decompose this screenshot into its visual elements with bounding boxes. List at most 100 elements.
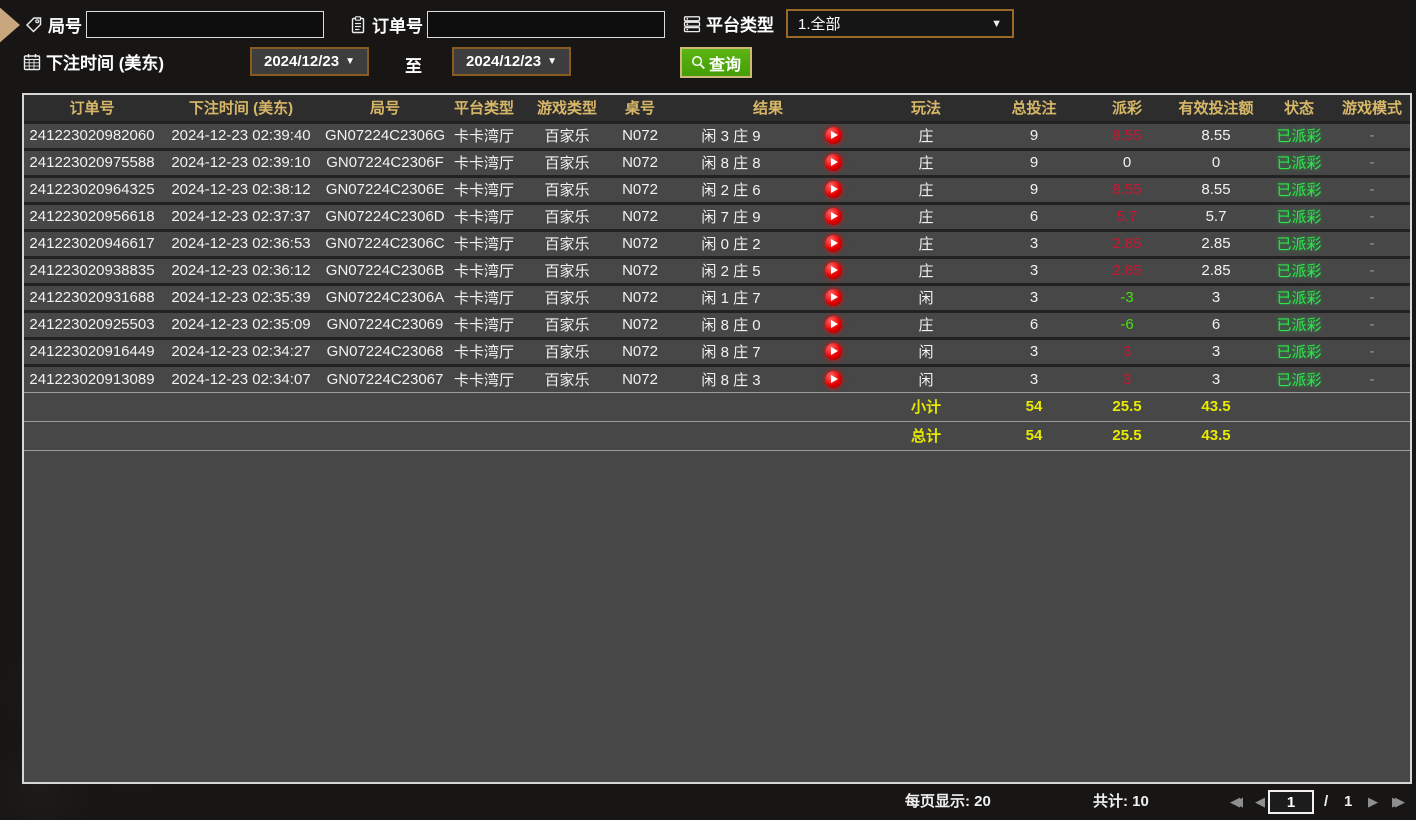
search-icon: [691, 55, 706, 70]
date-to-select[interactable]: 2024/12/23 ▼: [452, 47, 571, 76]
page-number-input[interactable]: [1268, 790, 1314, 814]
cell-bet-time: 2024-12-23 02:39:40: [160, 120, 322, 149]
subtotal-label: 小计: [870, 391, 983, 421]
cell-order-number: 241223020964325: [24, 174, 160, 203]
cell-game-mode: -: [1334, 336, 1410, 365]
cell-total-bet: 3: [982, 282, 1087, 311]
play-icon[interactable]: [824, 127, 842, 145]
footer-bar: 每页显示: 20 共计: 10 ◀◀ ◀ / 1 ▶ ▶▶: [0, 789, 1416, 817]
cell-total-bet: 3: [982, 228, 1087, 257]
cell-game-type: 百家乐: [520, 228, 614, 257]
play-icon[interactable]: [824, 154, 842, 172]
cell-table-number: N072: [614, 201, 666, 230]
cell-round-number: GN07224C2306D: [322, 201, 448, 230]
column-header-4: 平台类型: [448, 95, 520, 122]
total-payout: 25.5: [1086, 420, 1169, 450]
column-header-3: 局号: [322, 95, 448, 122]
query-button-label: 查询: [708, 56, 741, 74]
cell-total-bet: 3: [982, 336, 1087, 365]
cell-platform: 卡卡湾厅: [448, 363, 520, 392]
calendar-icon: [22, 52, 42, 72]
cell-bet-time: 2024-12-23 02:38:12: [160, 174, 322, 203]
table-row: 241223020931688 2024-12-23 02:35:39 GN0722…: [24, 282, 1410, 311]
platform-selected-value: 1.全部: [798, 16, 841, 33]
cell-payout: 3: [1086, 363, 1169, 392]
cell-game-type: 百家乐: [520, 309, 614, 338]
cell-result: 闲 0 庄 2: [666, 228, 796, 257]
cell-replay: [796, 336, 871, 365]
total-spacer: [24, 420, 871, 450]
column-header-7: 结果: [666, 95, 871, 122]
prev-page-button[interactable]: ◀: [1255, 789, 1265, 815]
column-header-2: 下注时间 (美东): [160, 95, 322, 122]
cell-payout: -3: [1086, 282, 1169, 311]
round-input[interactable]: [86, 11, 324, 38]
column-header-11: 有效投注额: [1168, 95, 1265, 122]
cell-round-number: GN07224C2306A: [322, 282, 448, 311]
cell-game-type: 百家乐: [520, 363, 614, 392]
cell-table-number: N072: [614, 282, 666, 311]
cell-order-number: 241223020925503: [24, 309, 160, 338]
cell-replay: [796, 363, 871, 392]
round-filter: 局号: [24, 11, 324, 38]
cell-play-type: 闲: [870, 336, 983, 365]
cell-status: 已派彩: [1264, 336, 1335, 365]
next-page-button[interactable]: ▶: [1368, 789, 1378, 815]
query-button[interactable]: 查询: [680, 47, 752, 78]
cell-play-type: 闲: [870, 363, 983, 392]
date-from-select[interactable]: 2024/12/23 ▼: [250, 47, 369, 76]
play-icon[interactable]: [824, 289, 842, 307]
subtotal-total-bet: 54: [982, 391, 1087, 421]
per-page-value: 20: [974, 793, 991, 810]
total-total-bet: 54: [982, 420, 1087, 450]
table-header-row: 订单号 下注时间 (美东) 局号 平台类型 游戏类型 桌号 结果 玩法 总投注 派彩 有效投注额 状态…: [24, 95, 1410, 122]
cell-table-number: N072: [614, 174, 666, 203]
cell-game-mode: -: [1334, 174, 1410, 203]
cell-platform: 卡卡湾厅: [448, 147, 520, 176]
play-icon[interactable]: [824, 181, 842, 199]
cell-result: 闲 2 庄 6: [666, 174, 796, 203]
play-icon[interactable]: [824, 316, 842, 334]
cell-result: 闲 2 庄 5: [666, 255, 796, 284]
cell-bet-time: 2024-12-23 02:36:12: [160, 255, 322, 284]
cell-total-bet: 6: [982, 309, 1087, 338]
cell-game-type: 百家乐: [520, 174, 614, 203]
order-input[interactable]: [427, 11, 665, 38]
play-icon[interactable]: [824, 262, 842, 280]
date-to-value: 2024/12/23: [466, 53, 542, 70]
platform-select[interactable]: 1.全部 ▼: [786, 9, 1014, 38]
cell-table-number: N072: [614, 147, 666, 176]
first-page-button[interactable]: ◀◀: [1230, 789, 1243, 815]
cell-replay: [796, 255, 871, 284]
cell-bet-time: 2024-12-23 02:34:27: [160, 336, 322, 365]
cell-order-number: 241223020913089: [24, 363, 160, 392]
play-icon[interactable]: [824, 235, 842, 253]
cell-result: 闲 8 庄 3: [666, 363, 796, 392]
cell-valid-bet: 3: [1168, 336, 1265, 365]
cell-valid-bet: 2.85: [1168, 228, 1265, 257]
play-icon[interactable]: [824, 208, 842, 226]
cell-order-number: 241223020982060: [24, 120, 160, 149]
cell-valid-bet: 0: [1168, 147, 1265, 176]
play-icon[interactable]: [824, 370, 842, 388]
cell-round-number: GN07224C2306C: [322, 228, 448, 257]
cell-platform: 卡卡湾厅: [448, 228, 520, 257]
order-label: 订单号: [372, 17, 423, 36]
cell-status: 已派彩: [1264, 363, 1335, 392]
last-page-button[interactable]: ▶▶: [1392, 789, 1405, 815]
chevron-down-icon: ▼: [547, 56, 557, 67]
cell-bet-time: 2024-12-23 02:36:53: [160, 228, 322, 257]
cell-total-bet: 9: [982, 147, 1087, 176]
play-icon[interactable]: [824, 343, 842, 361]
cell-order-number: 241223020956618: [24, 201, 160, 230]
cell-platform: 卡卡湾厅: [448, 174, 520, 203]
cell-bet-time: 2024-12-23 02:39:10: [160, 147, 322, 176]
cell-bet-time: 2024-12-23 02:34:07: [160, 363, 322, 392]
cell-valid-bet: 6: [1168, 309, 1265, 338]
chevron-down-icon: ▼: [345, 56, 355, 67]
subtotal-valid-bet: 43.5: [1168, 391, 1265, 421]
cell-play-type: 庄: [870, 201, 983, 230]
cell-game-type: 百家乐: [520, 120, 614, 149]
cell-table-number: N072: [614, 309, 666, 338]
cell-game-type: 百家乐: [520, 147, 614, 176]
